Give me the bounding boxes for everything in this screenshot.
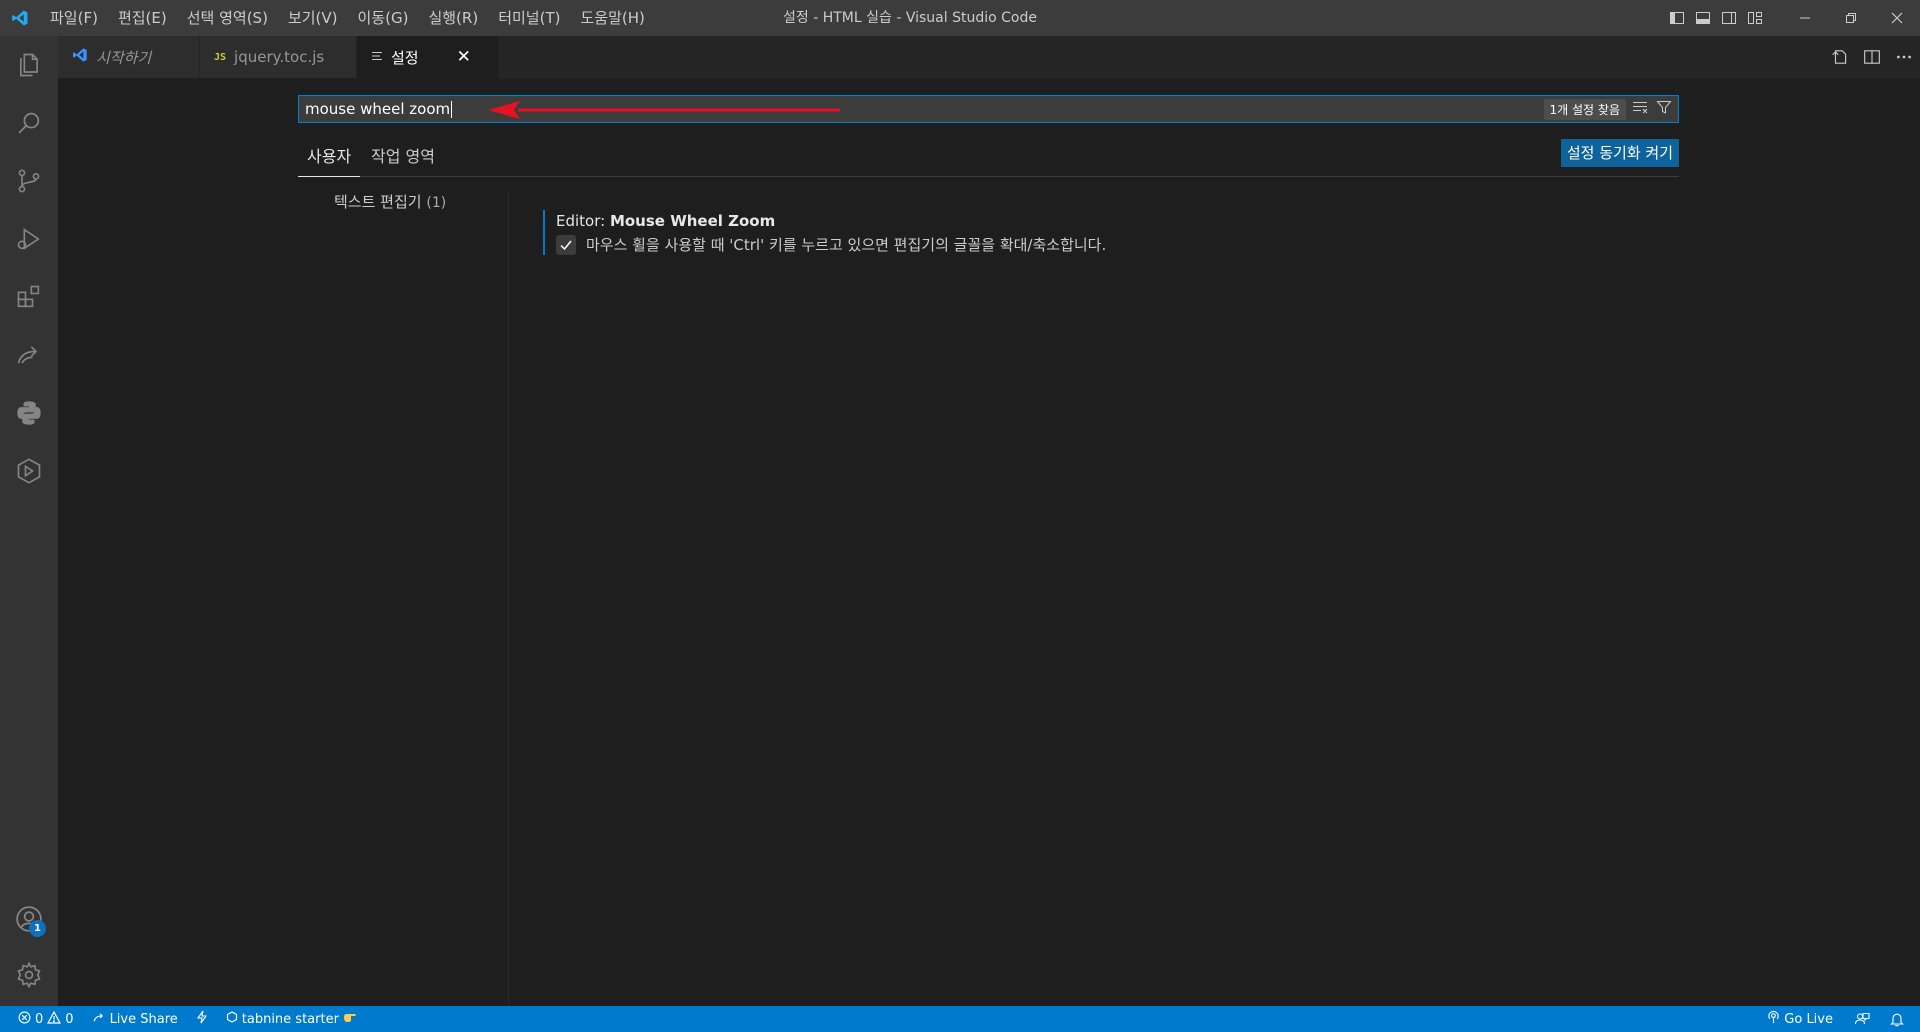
explorer-icon[interactable] — [0, 36, 58, 94]
editor-tab-bar: 시작하기 JS jquery.toc.js 설정 ✕ — [58, 36, 1920, 78]
setting-name: Mouse Wheel Zoom — [609, 212, 776, 230]
menu-edit[interactable]: 편집(E) — [108, 0, 177, 36]
tab-label: jquery.toc.js — [234, 48, 325, 66]
status-bar: 0 0 Live Share tabnine starter Go Live — [0, 1006, 1920, 1032]
tabnine-status[interactable]: tabnine starter — [217, 1006, 366, 1032]
toc-item-text-editor[interactable]: 텍스트 편집기 (1) — [298, 190, 518, 215]
annotation-arrow — [488, 98, 848, 126]
manage-gear-icon[interactable] — [0, 946, 58, 1004]
vscode-logo-icon — [72, 47, 88, 67]
close-window-icon[interactable] — [1874, 0, 1920, 36]
checkmark-icon — [560, 240, 572, 250]
title-actions — [1664, 0, 1920, 36]
activity-bar: 1 — [0, 36, 58, 1006]
search-icon[interactable] — [0, 94, 58, 152]
clear-search-icon[interactable] — [1632, 99, 1650, 119]
toggle-primary-sidebar-icon[interactable] — [1664, 0, 1690, 36]
tabnine-icon — [226, 1011, 238, 1027]
setting-item-mouse-wheel-zoom: Editor: Mouse Wheel Zoom 마우스 휠을 사용할 때 'C… — [543, 210, 1443, 255]
mouse-wheel-zoom-checkbox[interactable] — [556, 234, 576, 255]
tab-label: 시작하기 — [96, 48, 152, 67]
lightning-status[interactable] — [187, 1006, 217, 1032]
open-settings-json-icon[interactable] — [1824, 36, 1856, 78]
lightning-icon — [196, 1010, 208, 1028]
settings-toc: 텍스트 편집기 (1) — [298, 190, 518, 215]
python-icon[interactable] — [0, 384, 58, 442]
text-caret — [451, 101, 453, 118]
customize-layout-icon[interactable] — [1742, 0, 1768, 36]
title-bar: 파일(F) 편집(E) 선택 영역(S) 보기(V) 이동(G) 실행(R) 터… — [0, 0, 1920, 36]
live-share-status[interactable]: Live Share — [83, 1006, 187, 1032]
window-title: 설정 - HTML 실습 - Visual Studio Code — [783, 10, 1037, 26]
setting-description: 마우스 휠을 사용할 때 'Ctrl' 키를 누르고 있으면 편집기의 글꼴을 … — [586, 236, 1107, 254]
menu-run[interactable]: 실행(R) — [418, 0, 488, 36]
menu-terminal[interactable]: 터미널(T) — [488, 0, 570, 36]
toc-item-label: 텍스트 편집기 — [334, 193, 422, 211]
search-value: mouse wheel zoom — [305, 100, 453, 118]
setting-title: Editor: Mouse Wheel Zoom — [556, 210, 1443, 232]
accounts-badge: 1 — [29, 920, 46, 937]
hand-pointing-icon — [343, 1011, 357, 1027]
search-actions: 1개 설정 찾음 — [1543, 96, 1672, 122]
filter-icon[interactable] — [1656, 99, 1672, 119]
vscode-logo-icon — [0, 0, 40, 36]
menu-go[interactable]: 이동(G) — [348, 0, 419, 36]
setting-value-row: 마우스 휠을 사용할 때 'Ctrl' 키를 누르고 있으면 편집기의 글꼴을 … — [556, 234, 1443, 255]
go-live-status[interactable]: Go Live — [1758, 1006, 1842, 1032]
menu-help[interactable]: 도움말(H) — [570, 0, 654, 36]
warning-icon — [47, 1010, 62, 1028]
tabnine-label: tabnine starter — [241, 1011, 339, 1027]
live-share-label: Live Share — [109, 1011, 178, 1027]
remote-explorer-icon[interactable] — [0, 442, 58, 500]
broadcast-icon — [1767, 1010, 1780, 1028]
result-count-badge: 1개 설정 찾음 — [1543, 98, 1626, 120]
menu-view[interactable]: 보기(V) — [278, 0, 348, 36]
toc-item-count: (1) — [426, 195, 447, 211]
live-share-icon[interactable] — [0, 326, 58, 384]
tab-settings[interactable]: 설정 ✕ — [357, 36, 499, 78]
turn-on-settings-sync-button[interactable]: 설정 동기화 켜기 — [1560, 139, 1679, 167]
tab-jquery-toc[interactable]: JS jquery.toc.js — [200, 36, 357, 78]
tab-label: 설정 — [391, 48, 419, 67]
toggle-secondary-sidebar-icon[interactable] — [1716, 0, 1742, 36]
live-share-icon — [92, 1011, 106, 1028]
toggle-panel-icon[interactable] — [1690, 0, 1716, 36]
settings-scope-tabs: 사용자 작업 영역 설정 동기화 켜기 — [298, 138, 1679, 177]
feedback-icon[interactable] — [1842, 1006, 1882, 1032]
problems-status[interactable]: 0 0 — [0, 1006, 83, 1032]
source-control-icon[interactable] — [0, 152, 58, 210]
tab-welcome[interactable]: 시작하기 — [58, 36, 200, 78]
tab-workspace-settings[interactable]: 작업 영역 — [371, 138, 435, 177]
go-live-label: Go Live — [1784, 1011, 1833, 1027]
close-tab-icon[interactable]: ✕ — [457, 47, 471, 67]
accounts-icon[interactable]: 1 — [0, 890, 58, 948]
js-file-icon: JS — [214, 51, 227, 63]
status-bar-right: Go Live — [1758, 1006, 1920, 1032]
menu-selection[interactable]: 선택 영역(S) — [177, 0, 278, 36]
settings-editor-icon — [371, 48, 383, 66]
settings-editor: mouse wheel zoom 1개 설정 찾음 사용자 작업 영역 설정 동… — [58, 78, 1920, 1006]
setting-category: Editor: — [556, 212, 610, 230]
notifications-bell-icon[interactable] — [1882, 1006, 1920, 1032]
error-count: 0 — [35, 1011, 44, 1027]
menu-file[interactable]: 파일(F) — [40, 0, 108, 36]
tab-user-settings[interactable]: 사용자 — [298, 138, 361, 177]
toc-divider — [508, 190, 509, 1006]
run-debug-icon[interactable] — [0, 210, 58, 268]
restore-icon[interactable] — [1828, 0, 1874, 36]
minimize-icon[interactable] — [1782, 0, 1828, 36]
editor-actions — [1824, 36, 1920, 78]
menu-bar: 파일(F) 편집(E) 선택 영역(S) 보기(V) 이동(G) 실행(R) 터… — [40, 0, 655, 36]
extensions-icon[interactable] — [0, 268, 58, 326]
error-icon — [18, 1011, 31, 1028]
warning-count: 0 — [65, 1011, 74, 1027]
split-editor-icon[interactable] — [1856, 36, 1888, 78]
more-actions-icon[interactable] — [1888, 36, 1920, 78]
